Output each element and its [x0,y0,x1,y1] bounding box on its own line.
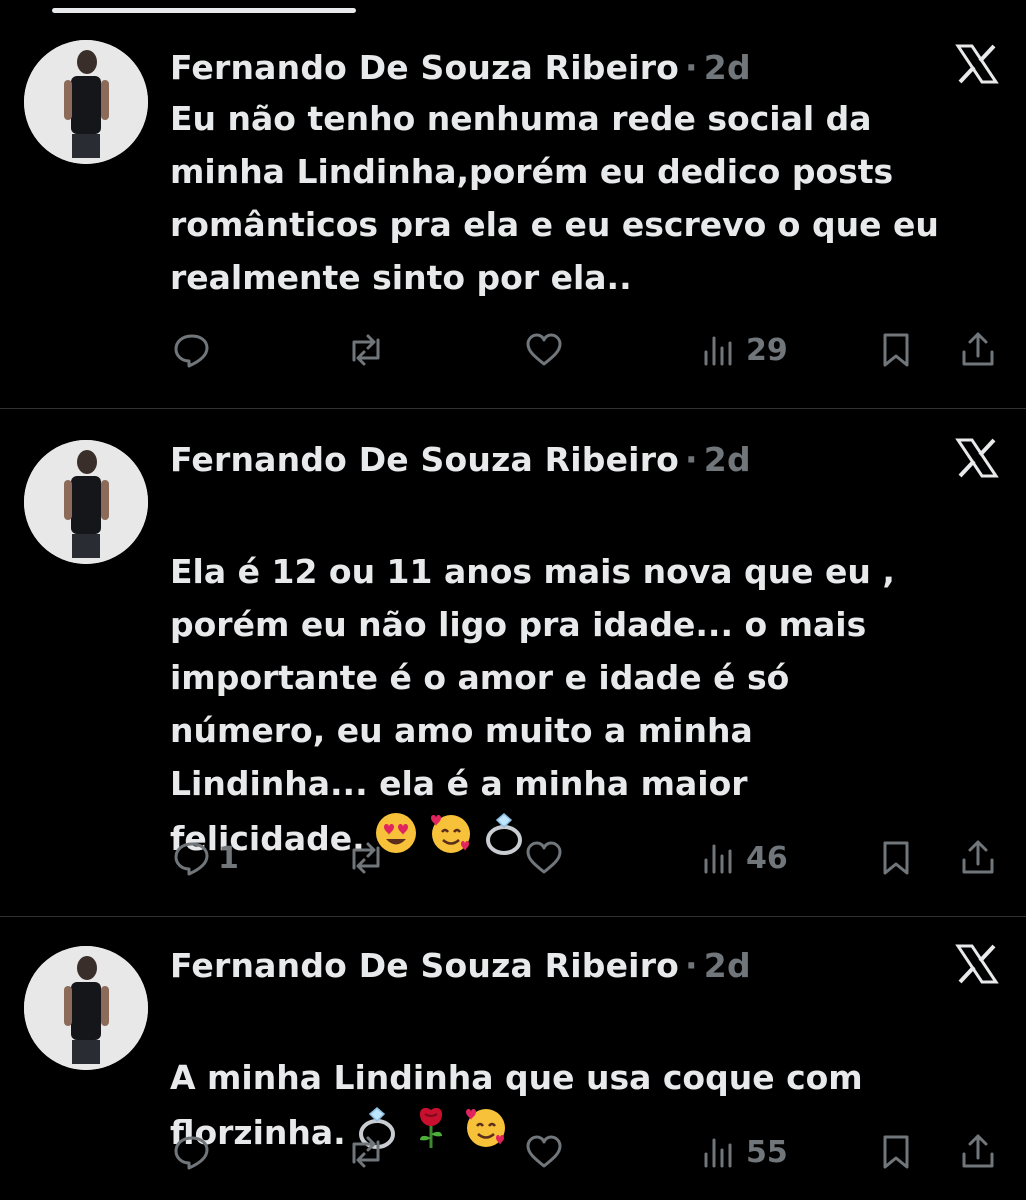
like-icon [526,1135,562,1168]
post-header: Fernando De Souza Ribeiro · 2d [170,46,751,90]
bookmark-icon [883,1135,909,1169]
post-time[interactable]: 2d [704,48,751,87]
views-count: 46 [746,840,788,876]
action-bar: 1 46 [0,836,1026,880]
profile-photo [24,440,148,564]
close-icon[interactable] [954,44,1000,84]
like-button[interactable] [524,836,564,880]
post-time[interactable]: 2d [704,946,751,985]
reply-button[interactable] [172,1130,218,1174]
like-icon [526,841,562,874]
post[interactable]: Fernando De Souza Ribeiro · 2d A minha Lin… [0,944,1026,1200]
reply-icon [174,334,209,368]
repost-button[interactable] [346,1130,386,1174]
reply-count: 1 [218,840,239,876]
post[interactable]: Fernando De Souza Ribeiro · 2d Ela é 12 ou… [0,438,1026,918]
separator-dot: · [685,440,698,479]
views-icon [704,336,732,366]
views-button[interactable]: 55 [700,1130,788,1174]
views-button[interactable]: 46 [700,836,788,880]
author-name[interactable]: Fernando De Souza Ribeiro [170,440,679,479]
profile-photo [24,946,148,1070]
reply-button[interactable]: 1 [172,836,239,880]
share-button[interactable] [958,328,998,372]
repost-button[interactable] [346,328,386,372]
post-header: Fernando De Souza Ribeiro · 2d [170,438,751,482]
action-bar: 55 [0,1130,1026,1174]
divider [0,916,1026,917]
divider [0,408,1026,409]
repost-button[interactable] [346,836,386,880]
like-button[interactable] [524,328,564,372]
post-text-content: Ela é 12 ou 11 anos mais nova que eu , p… [170,552,895,858]
share-button[interactable] [958,836,998,880]
author-name[interactable]: Fernando De Souza Ribeiro [170,946,679,985]
post[interactable]: Fernando De Souza Ribeiro · 2d Eu não tenh… [0,40,1026,410]
avatar[interactable] [24,40,148,164]
separator-dot: · [685,48,698,87]
share-icon [962,1134,994,1168]
action-bar: 29 [0,328,1026,372]
views-count: 29 [746,332,788,368]
like-icon [526,333,562,366]
top-indicator [52,8,356,13]
repost-icon [352,1136,380,1168]
post-header: Fernando De Souza Ribeiro · 2d [170,944,751,988]
repost-icon [352,842,380,874]
author-name[interactable]: Fernando De Souza Ribeiro [170,48,679,87]
views-icon [704,1138,732,1168]
post-time[interactable]: 2d [704,440,751,479]
close-icon[interactable] [954,438,1000,478]
close-icon[interactable] [954,944,1000,984]
share-icon [962,332,994,366]
post-text: Eu não tenho nenhuma rede social da minh… [170,99,939,297]
bookmark-icon [883,841,909,875]
views-count: 55 [746,1134,788,1170]
profile-photo [24,40,148,164]
like-button[interactable] [524,1130,564,1174]
bookmark-icon [883,333,909,367]
share-button[interactable] [958,1130,998,1174]
views-button[interactable]: 29 [700,328,788,372]
bookmark-button[interactable] [876,836,916,880]
repost-icon [352,334,380,366]
share-icon [962,840,994,874]
post-text: Ela é 12 ou 11 anos mais nova que eu , p… [170,492,1000,865]
bookmark-button[interactable] [876,328,916,372]
avatar[interactable] [24,440,148,564]
bookmark-button[interactable] [876,1130,916,1174]
reply-button[interactable] [172,328,218,372]
reply-icon [174,842,209,876]
separator-dot: · [685,946,698,985]
views-icon [704,844,732,874]
avatar[interactable] [24,946,148,1070]
reply-icon [174,1136,209,1170]
